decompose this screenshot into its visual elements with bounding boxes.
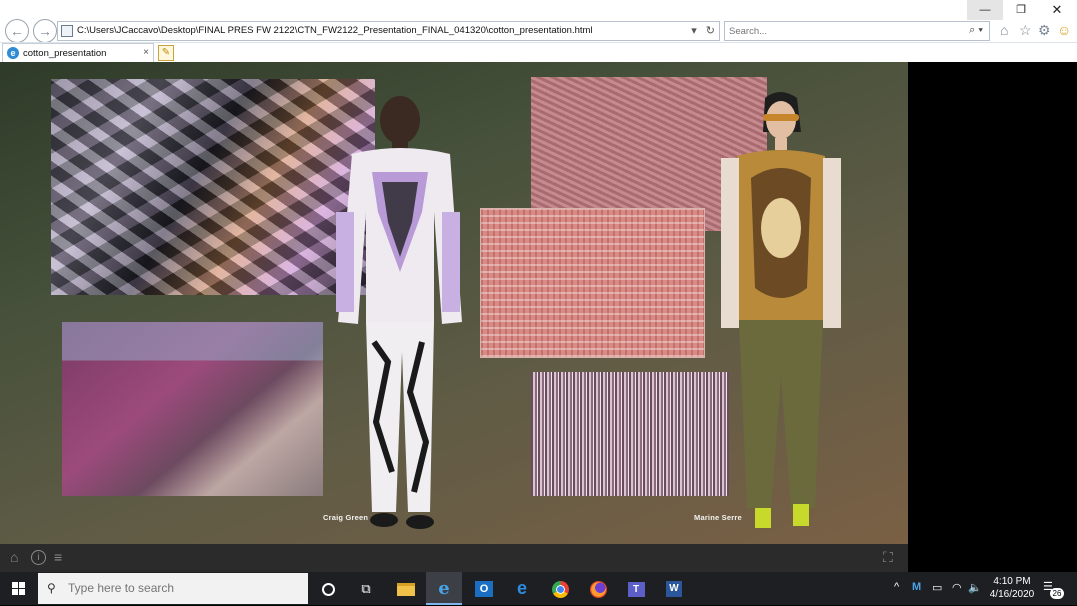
home-icon[interactable]: ⌂	[10, 549, 18, 565]
tab-label: cotton_presentation	[23, 48, 107, 59]
info-icon[interactable]: i	[31, 550, 46, 565]
close-button[interactable]: ✕	[1039, 0, 1075, 20]
outlook-button[interactable]: O	[466, 572, 502, 605]
runway-model-craig-green-image	[336, 96, 462, 529]
search-box[interactable]: ⌕ ▾	[724, 21, 990, 41]
outlook-icon: O	[475, 581, 493, 598]
refresh-icon[interactable]: ↻	[706, 25, 715, 37]
striped-fabric-image	[531, 372, 729, 496]
page-file-icon	[61, 25, 73, 37]
fullscreen-icon[interactable]: ⛶	[883, 549, 893, 566]
runway-model-marine-serre-image	[721, 92, 841, 528]
internet-explorer-button[interactable]: e	[426, 572, 462, 605]
forward-button[interactable]: →	[33, 19, 57, 43]
ie-icon: e	[7, 47, 19, 59]
task-view-icon: ⧉	[361, 581, 371, 596]
browser-chrome: ← → C:\Users\JCaccavo\Desktop\FINAL PRES…	[0, 0, 1077, 63]
gear-icon[interactable]: ⚙	[1038, 22, 1051, 39]
caption-craig-green: Craig Green	[323, 513, 369, 522]
tab-row: e cotton_presentation × ✎	[0, 42, 1077, 63]
clock-date: 4/16/2020	[989, 589, 1035, 600]
smiley-icon[interactable]: ☺	[1057, 22, 1071, 38]
taskbar: ⚲ ⧉ e O e T W ^ M ▭ ◠ 🔈 4:10 PM 4/16/202…	[0, 572, 1077, 605]
edge-button[interactable]: e	[504, 572, 540, 605]
address-url[interactable]: C:\Users\JCaccavo\Desktop\FINAL PRES FW …	[77, 25, 593, 36]
file-explorer-button[interactable]	[388, 572, 424, 605]
tray-chevron-up-icon[interactable]: ^	[894, 581, 899, 593]
caption-marine-serre: Marine Serre	[694, 513, 742, 522]
wifi-icon[interactable]: ◠	[952, 581, 962, 594]
new-tab-icon: ✎	[161, 47, 171, 58]
presentation-slide: Craig Green Marine Serre	[0, 62, 908, 544]
firefox-icon	[589, 580, 607, 598]
cortana-circle-icon	[321, 582, 335, 596]
taskbar-search-input[interactable]	[68, 581, 298, 595]
minimize-button[interactable]: —	[967, 0, 1003, 20]
denim-shirt-fabric-image	[62, 322, 323, 496]
word-icon: W	[666, 581, 682, 598]
forward-arrow-icon: →	[38, 23, 52, 39]
word-button[interactable]: W	[656, 572, 692, 605]
volume-icon[interactable]: 🔈	[968, 581, 982, 594]
coral-weave-fabric-image	[480, 208, 705, 358]
home-icon[interactable]: ⌂	[1000, 22, 1008, 38]
windows-logo-icon	[12, 582, 25, 595]
slide-controls: ⌂ i ≡ ⛶	[0, 544, 908, 572]
tab-close-button[interactable]: ×	[143, 47, 149, 58]
new-tab-button[interactable]: ✎	[158, 45, 174, 61]
search-input[interactable]	[729, 24, 949, 38]
tab-cotton-presentation[interactable]: e cotton_presentation ×	[2, 43, 154, 63]
menu-icon[interactable]: ≡	[54, 549, 62, 565]
clock[interactable]: 4:10 PM 4/16/2020	[987, 575, 1037, 601]
start-button[interactable]	[0, 572, 38, 605]
back-button[interactable]: ←	[5, 19, 29, 43]
notification-badge: 26	[1050, 588, 1064, 599]
dropdown-icon[interactable]: ▾	[691, 25, 697, 37]
search-icon[interactable]: ⌕ ▾	[969, 24, 983, 37]
empty-side-panel	[908, 62, 1077, 572]
address-bar[interactable]: C:\Users\JCaccavo\Desktop\FINAL PRES FW …	[57, 21, 720, 41]
folder-icon	[397, 582, 415, 596]
battery-icon[interactable]: ▭	[932, 581, 942, 594]
star-icon[interactable]: ☆	[1019, 22, 1032, 39]
address-bar-actions: ▾ ↻	[685, 24, 715, 37]
restore-button[interactable]: ❐	[1003, 0, 1039, 20]
firefox-button[interactable]	[580, 572, 616, 605]
chrome-icon	[551, 580, 569, 598]
teams-button[interactable]: T	[618, 572, 654, 605]
back-arrow-icon: ←	[10, 23, 24, 39]
edge-icon: e	[516, 578, 527, 598]
tray-app-icon[interactable]: M	[912, 581, 921, 593]
taskbar-search[interactable]: ⚲	[38, 573, 308, 604]
search-icon: ⚲	[47, 581, 56, 595]
teams-icon: T	[627, 581, 645, 597]
internet-explorer-icon: e	[438, 578, 450, 599]
clock-time: 4:10 PM	[993, 576, 1031, 587]
chrome-button[interactable]	[542, 572, 578, 605]
task-view-button[interactable]: ⧉	[348, 572, 384, 605]
cortana-button[interactable]	[310, 572, 346, 605]
